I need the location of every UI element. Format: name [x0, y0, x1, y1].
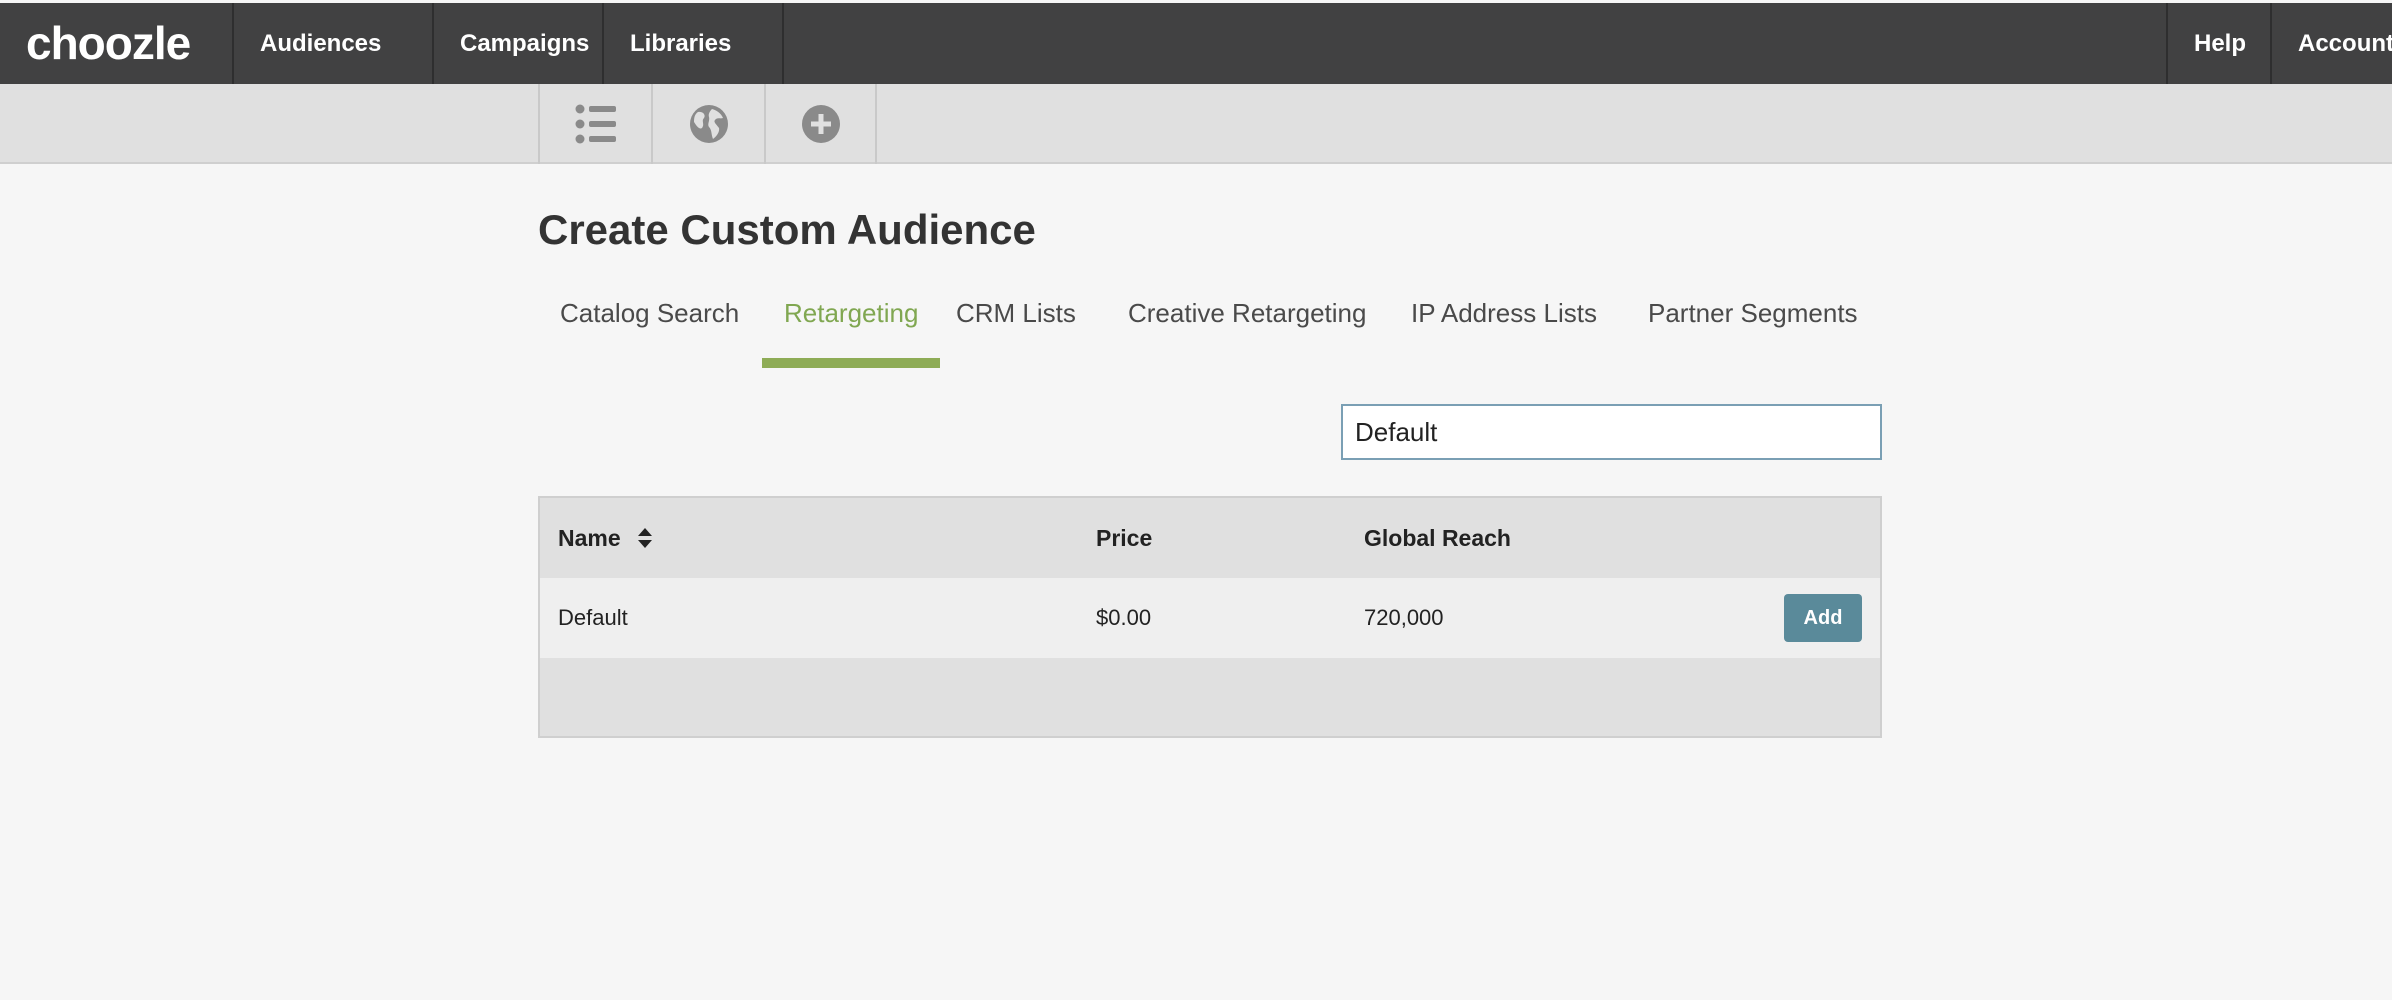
- choozle-logo[interactable]: choozle: [26, 3, 191, 84]
- nav-campaigns-label: Campaigns: [460, 30, 590, 57]
- cell-name: Default: [558, 605, 628, 630]
- tab-catalog-search[interactable]: Catalog Search: [538, 290, 761, 370]
- tab-ip-address-lists[interactable]: IP Address Lists: [1389, 290, 1619, 370]
- cell-price: $0.00: [1096, 605, 1152, 630]
- nav-audiences[interactable]: Audiences: [234, 3, 434, 129]
- nav-libraries[interactable]: Libraries: [604, 3, 782, 129]
- tab-retargeting[interactable]: Retargeting: [762, 290, 941, 370]
- nav-divider: [782, 3, 784, 84]
- cell-global-reach: 720,000: [1364, 605, 1444, 630]
- nav-libraries-label: Libraries: [630, 30, 732, 57]
- nav-campaigns[interactable]: Campaigns: [434, 3, 602, 84]
- plus-circle-icon: [801, 105, 840, 143]
- column-header-name[interactable]: Name: [558, 498, 653, 578]
- search-input[interactable]: [1341, 404, 1882, 460]
- nav-help-label: Help: [2194, 30, 2247, 57]
- column-header-global-reach: Global Reach: [1364, 525, 1511, 551]
- sub-toolbar: [0, 84, 2392, 164]
- add-button[interactable]: Add: [1784, 594, 1862, 642]
- nav-account[interactable]: Account:: [2272, 3, 2392, 84]
- globe-view-button[interactable]: [651, 84, 764, 164]
- tab-creative-retargeting[interactable]: Creative Retargeting: [1106, 290, 1388, 370]
- nav-account-label: Account:: [2298, 30, 2392, 57]
- column-header-price: Price: [1096, 525, 1153, 551]
- list-view-button[interactable]: [538, 84, 651, 164]
- list-icon: [575, 104, 616, 144]
- page-title: Create Custom Audience: [538, 206, 1036, 253]
- globe-icon: [689, 105, 728, 143]
- nav-help[interactable]: Help: [2168, 3, 2270, 84]
- audience-table: Name Price Global Reach Default $0.00 72…: [538, 496, 1882, 738]
- table-row: Default $0.00 720,000 Add: [540, 578, 1880, 658]
- top-navigation: choozle Audiences Campaigns Libraries He…: [0, 0, 2392, 129]
- add-audience-button[interactable]: [764, 84, 877, 164]
- tab-partner-segments[interactable]: Partner Segments: [1626, 290, 1880, 370]
- nav-audiences-label: Audiences: [260, 30, 382, 57]
- sort-icon: [638, 527, 653, 548]
- tab-crm-lists[interactable]: CRM Lists: [934, 290, 1098, 370]
- table-header: Name Price Global Reach: [540, 498, 1880, 578]
